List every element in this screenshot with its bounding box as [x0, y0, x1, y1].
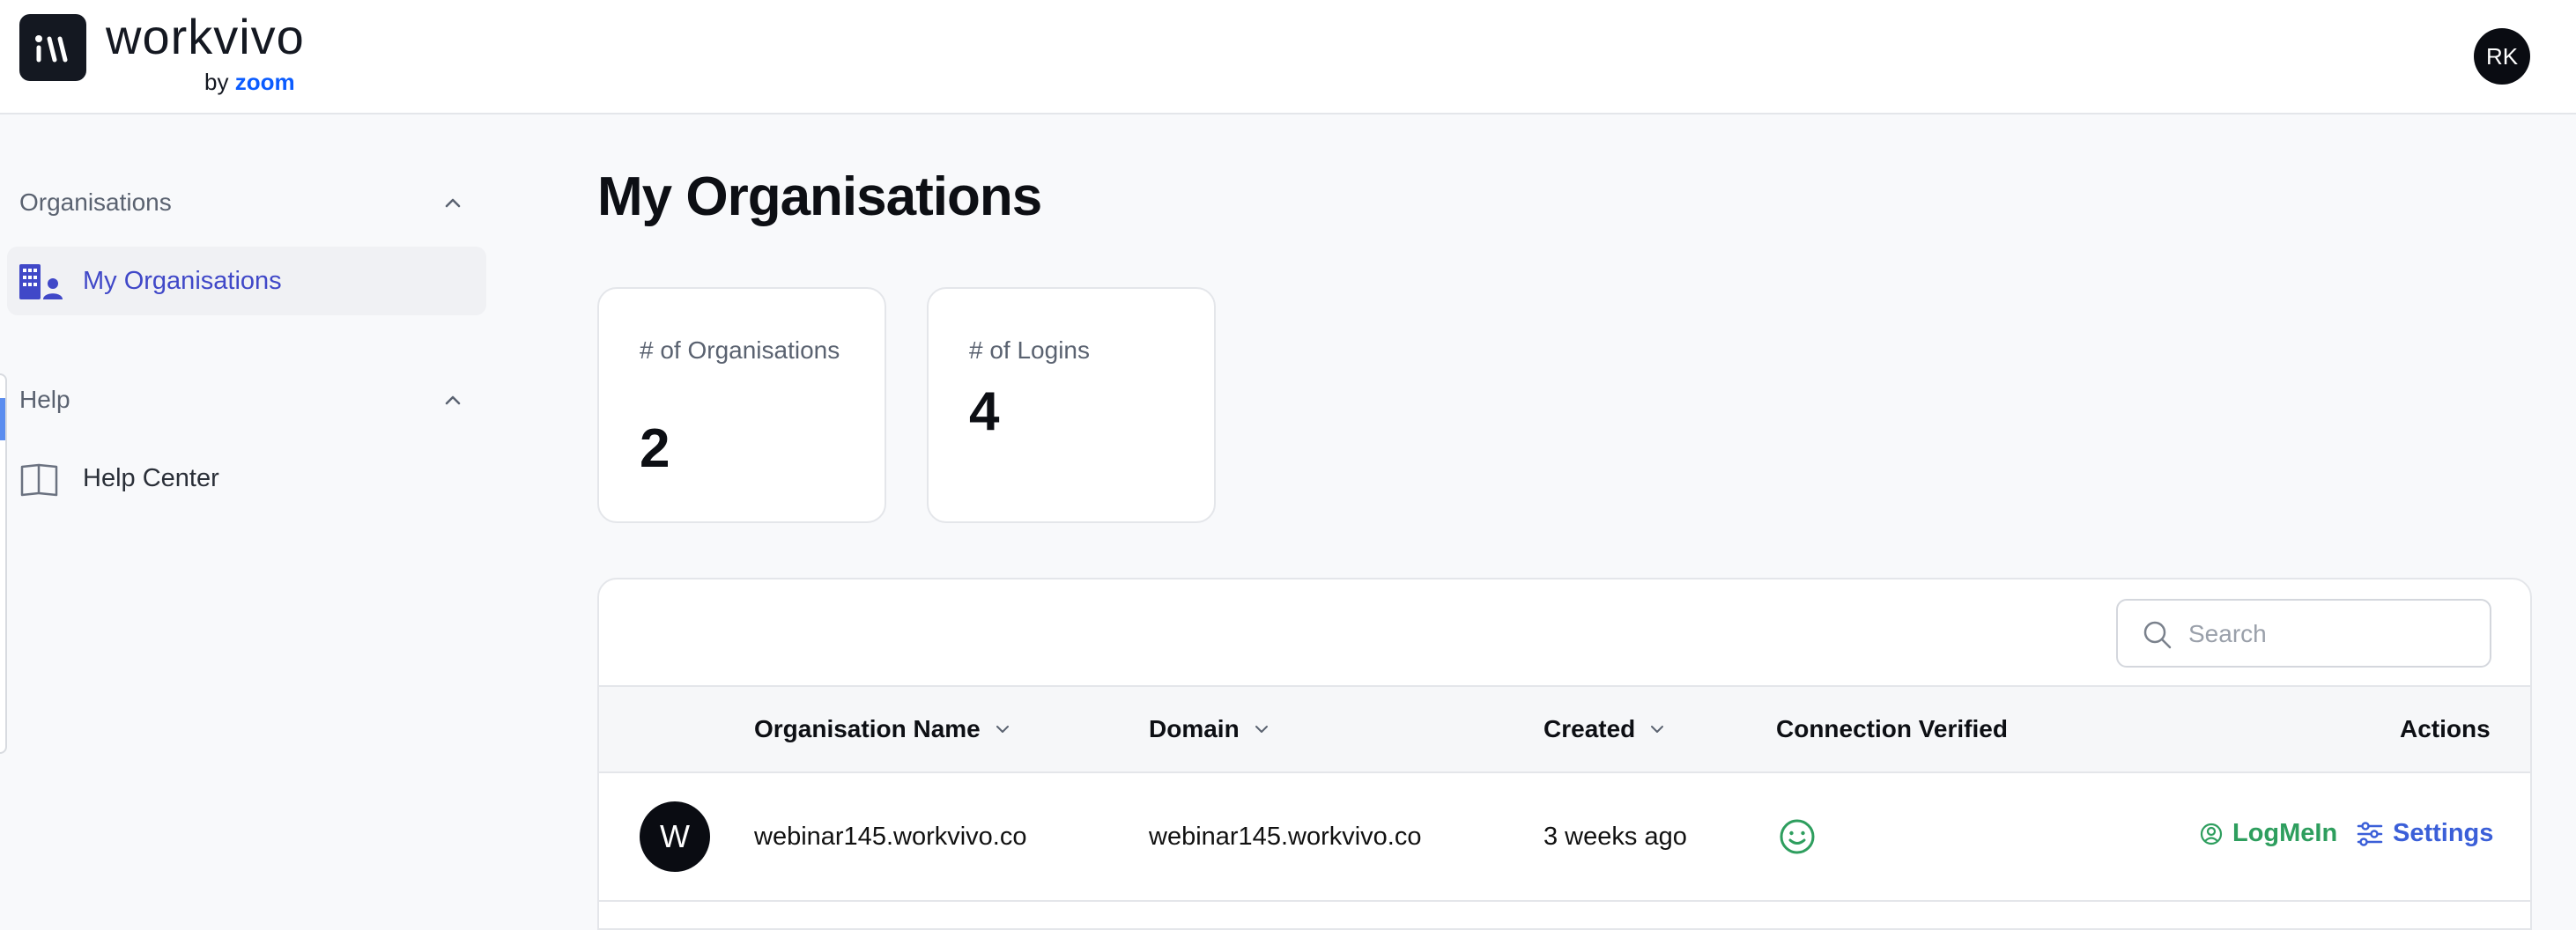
- building-users-icon: [19, 264, 63, 299]
- search-box[interactable]: [2116, 599, 2491, 668]
- stat-value: 2: [640, 418, 670, 479]
- table-header: Organisation Name Domain Created Connect…: [599, 685, 2530, 773]
- column-label: Connection Verified: [1776, 715, 2008, 742]
- user-avatar[interactable]: RK: [2474, 28, 2530, 85]
- table-row: W webinar145.workvivo.co webinar145.work…: [599, 773, 2530, 902]
- sidebar-item-label: Help Center: [83, 463, 219, 492]
- stat-card-logins: # of Logins 4: [927, 287, 1216, 523]
- search-input[interactable]: [2188, 615, 2470, 653]
- logo-partner: zoom: [234, 69, 295, 95]
- logo-byline: by zoom: [204, 70, 295, 93]
- column-header-connection-verified: Connection Verified: [1776, 715, 2008, 743]
- logo-by-text: by: [204, 69, 229, 95]
- chevron-up-icon[interactable]: [440, 388, 465, 412]
- settings-button[interactable]: Settings: [2356, 819, 2493, 848]
- settings-label: Settings: [2393, 819, 2494, 847]
- page-title: My Organisations: [597, 166, 1042, 227]
- column-header-created[interactable]: Created: [1543, 715, 1667, 743]
- chevron-down-icon: [1255, 726, 1268, 733]
- top-header: workvivo by zoom RK: [0, 0, 2576, 114]
- logmein-button[interactable]: LogMeIn: [2199, 819, 2337, 848]
- organisations-table: Organisation Name Domain Created Connect…: [597, 578, 2532, 930]
- chevron-down-icon: [996, 726, 1009, 733]
- sliders-icon: [2357, 821, 2383, 846]
- organisation-domain: webinar145.workvivo.co: [1149, 823, 1422, 851]
- stat-value: 4: [969, 381, 1000, 442]
- organisation-avatar: W: [640, 801, 710, 872]
- search-icon: [2143, 621, 2172, 649]
- sidebar-item-help-center[interactable]: Help Center: [7, 444, 486, 513]
- panel-edge-indicator: [0, 398, 5, 440]
- stat-label: # of Organisations: [640, 336, 840, 364]
- chevron-down-icon: [1651, 726, 1664, 733]
- stat-card-organisations: # of Organisations 2: [597, 287, 886, 523]
- column-header-actions: Actions: [2400, 715, 2491, 743]
- column-header-domain[interactable]: Domain: [1149, 715, 1271, 743]
- sidebar-item-my-organisations[interactable]: My Organisations: [7, 247, 486, 315]
- column-header-organisation-name[interactable]: Organisation Name: [754, 715, 1012, 743]
- column-label: Domain: [1149, 715, 1240, 742]
- sidebar-item-label: My Organisations: [83, 266, 282, 295]
- logo-wordmark: workvivo: [106, 9, 305, 64]
- smile-icon: [1780, 819, 1815, 854]
- book-open-icon: [20, 463, 58, 497]
- chevron-up-icon[interactable]: [440, 190, 465, 215]
- organisation-created: 3 weeks ago: [1543, 823, 1687, 851]
- logmein-label: LogMeIn: [2232, 819, 2338, 847]
- stat-label: # of Logins: [969, 336, 1090, 364]
- sidebar-section-organisations: Organisations: [19, 188, 172, 216]
- column-label: Created: [1543, 715, 1636, 742]
- column-label: Actions: [2400, 715, 2491, 742]
- column-label: Organisation Name: [754, 715, 981, 742]
- organisation-name: webinar145.workvivo.co: [754, 823, 1027, 851]
- user-circle-icon: [2200, 823, 2223, 845]
- workvivo-logo-icon[interactable]: [19, 14, 86, 81]
- sidebar-section-help: Help: [19, 386, 70, 413]
